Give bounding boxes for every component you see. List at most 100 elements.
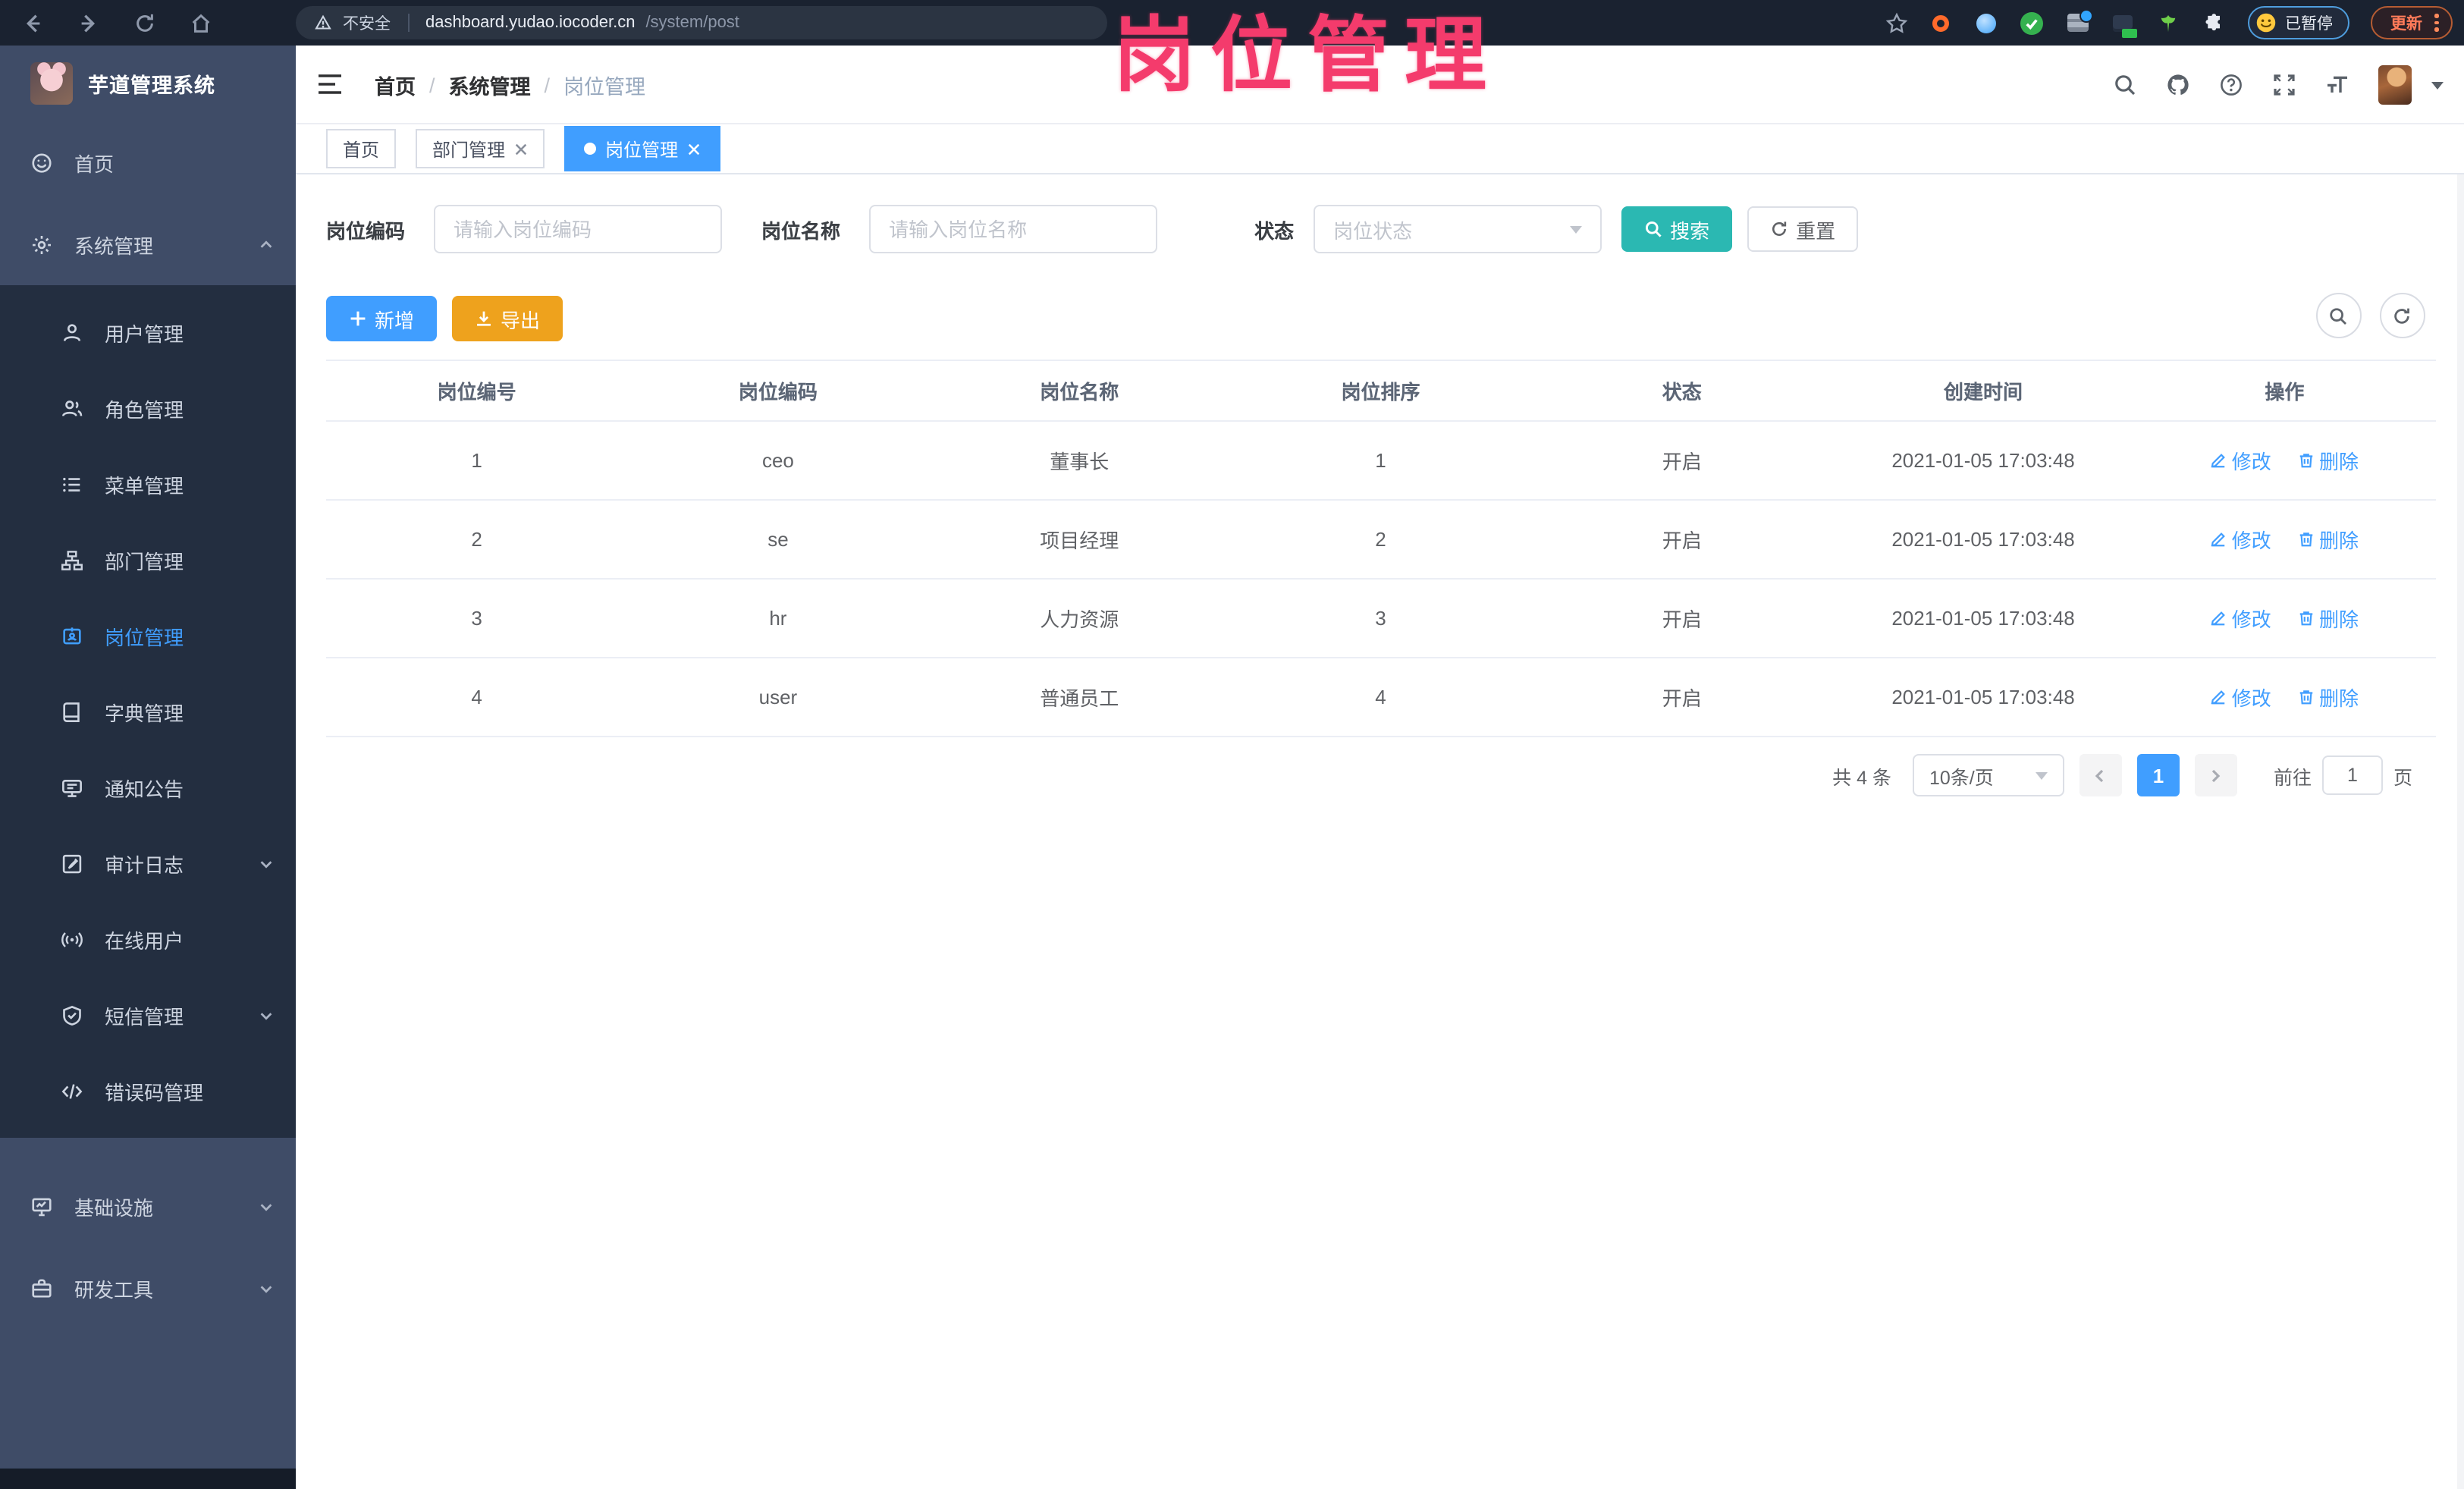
delete-link[interactable]: 删除: [2298, 683, 2359, 712]
help-icon[interactable]: [2218, 73, 2243, 97]
sidebar-item-online-users[interactable]: 在线用户: [0, 901, 296, 977]
table-toolbar-right: [2315, 293, 2425, 338]
extensions-puzzle-icon[interactable]: [2202, 11, 2226, 35]
sidebar-item-home[interactable]: 首页: [0, 121, 296, 203]
sidebar-item-user-mgmt[interactable]: 用户管理: [0, 294, 296, 370]
add-button[interactable]: 新增: [326, 296, 438, 341]
edit-link[interactable]: 修改: [2211, 683, 2271, 712]
page-size-select[interactable]: 10条/页: [1912, 754, 2064, 796]
delete-link[interactable]: 删除: [2298, 604, 2359, 633]
chevron-down-icon[interactable]: [2431, 81, 2443, 89]
home-icon[interactable]: [190, 11, 212, 34]
sidebar-item-notice[interactable]: 通知公告: [0, 749, 296, 825]
tab-home[interactable]: 首页: [326, 129, 397, 168]
chevron-down-icon: [260, 1203, 272, 1211]
url-path[interactable]: /system/post: [645, 14, 739, 32]
avatar[interactable]: [2378, 65, 2411, 105]
prev-page-button[interactable]: [2079, 754, 2122, 796]
tab-dept-mgmt[interactable]: 部门管理: [416, 129, 545, 168]
sidebar-item-dict-mgmt[interactable]: 字典管理: [0, 674, 296, 749]
address-bar[interactable]: 不安全 dashboard.yudao.iocoder.cn/system/po…: [296, 6, 1107, 39]
audit-log-icon: [62, 853, 82, 873]
sidebar-item-sms-mgmt[interactable]: 短信管理: [0, 977, 296, 1053]
app-title: 芋道管理系统: [88, 74, 215, 97]
extension-bars-icon[interactable]: [2065, 9, 2092, 35]
tab-post-mgmt[interactable]: 岗位管理: [564, 126, 721, 171]
menu-list-icon: [63, 476, 80, 492]
sidebar-item-label: 通知公告: [105, 777, 184, 800]
announcement-icon: [62, 778, 82, 796]
security-label[interactable]: 不安全: [343, 11, 391, 34]
edit-icon: [2211, 454, 2226, 468]
refresh-button[interactable]: [2379, 293, 2425, 338]
delete-link[interactable]: 删除: [2298, 446, 2359, 475]
close-icon[interactable]: [514, 142, 528, 155]
cell-actions: 修改 删除: [2133, 658, 2435, 737]
sidebar-item-audit-log[interactable]: 审计日志: [0, 825, 296, 901]
search-toggle-button[interactable]: [2315, 293, 2361, 338]
browser-toolbar-right: 已暂停 更新: [1885, 0, 2452, 46]
screen: 岗位管理 不安全 dashboard.yudao.iocoder.cn/syst…: [0, 0, 2464, 1489]
extension-drop-icon[interactable]: [1974, 11, 1998, 35]
sidebar-item-label: 审计日志: [105, 853, 184, 876]
extension-check-icon[interactable]: [2020, 11, 2044, 35]
delete-link[interactable]: 删除: [2298, 525, 2359, 554]
col-post-sort: 岗位排序: [1229, 360, 1532, 422]
table-row: 2 se 项目经理 2 开启 2021-01-05 17:03:48 修改 删除: [326, 500, 2435, 580]
next-page-button[interactable]: [2194, 754, 2237, 796]
breadcrumb-system[interactable]: 系统管理: [449, 70, 531, 100]
sidebar-item-label: 系统管理: [74, 234, 154, 257]
font-size-icon[interactable]: [2324, 73, 2349, 97]
goto-page-input[interactable]: [2321, 755, 2383, 795]
sidebar-item-post-mgmt[interactable]: 岗位管理: [0, 598, 296, 674]
sidebar: 芋道管理系统 首页 系统管理 用户管理 角色管理 菜单管理 部门管理 岗位管理 …: [0, 46, 296, 1489]
edit-link[interactable]: 修改: [2211, 604, 2271, 633]
active-tab-dot: [584, 143, 597, 155]
page-number-current[interactable]: 1: [2136, 754, 2180, 796]
sidebar-item-menu-mgmt[interactable]: 菜单管理: [0, 446, 296, 522]
close-icon[interactable]: [687, 142, 701, 155]
reload-icon[interactable]: [133, 11, 156, 34]
url-domain[interactable]: dashboard.yudao.iocoder.cn: [425, 14, 635, 32]
kebab-menu-icon[interactable]: [2434, 14, 2438, 32]
post-name-input[interactable]: [869, 205, 1158, 253]
status-select[interactable]: 岗位状态: [1314, 205, 1602, 253]
profile-paused-badge[interactable]: 已暂停: [2247, 6, 2349, 39]
sidebar-item-system[interactable]: 系统管理: [0, 203, 296, 285]
extension-donut-icon[interactable]: [1929, 11, 1953, 35]
main-content: 岗位编码 岗位名称 状态 岗位状态 搜索 重置 新增: [296, 174, 2464, 1489]
app-logo-row[interactable]: 芋道管理系统: [0, 46, 296, 121]
breadcrumb-home[interactable]: 首页: [375, 70, 416, 100]
reset-button[interactable]: 重置: [1747, 206, 1859, 252]
back-icon[interactable]: [21, 11, 44, 34]
github-icon[interactable]: [2165, 73, 2189, 97]
scrollbar-track[interactable]: [2456, 174, 2464, 1489]
update-button[interactable]: 更新: [2371, 6, 2452, 39]
breadcrumb-separator: /: [544, 74, 551, 96]
sidebar-item-dept-mgmt[interactable]: 部门管理: [0, 522, 296, 598]
table-header-row: 岗位编号 岗位编码 岗位名称 岗位排序 状态 创建时间 操作: [326, 360, 2435, 422]
user-icon: [63, 323, 81, 341]
cell-actions: 修改 删除: [2133, 579, 2435, 658]
edit-link[interactable]: 修改: [2211, 446, 2271, 475]
collapse-sidebar-icon[interactable]: [317, 73, 343, 96]
search-button[interactable]: 搜索: [1621, 206, 1733, 252]
sidebar-bottom-strip: [0, 1468, 296, 1489]
refresh-icon: [1772, 221, 1787, 236]
fullscreen-icon[interactable]: [2271, 73, 2296, 97]
export-button[interactable]: 导出: [452, 296, 563, 341]
search-icon[interactable]: [2112, 73, 2136, 97]
extension-sprout-icon[interactable]: [2156, 11, 2180, 35]
cell-created: 2021-01-05 17:03:48: [1832, 658, 2134, 737]
sidebar-item-label: 岗位管理: [105, 626, 184, 649]
sidebar-item-role-mgmt[interactable]: 角色管理: [0, 370, 296, 446]
extension-gtm-icon[interactable]: [2111, 11, 2137, 37]
post-code-input[interactable]: [434, 205, 723, 253]
sidebar-item-error-code[interactable]: 错误码管理: [0, 1053, 296, 1129]
edit-link[interactable]: 修改: [2211, 525, 2271, 554]
forward-icon[interactable]: [77, 11, 100, 34]
breadcrumb-separator: /: [429, 74, 435, 96]
bookmark-star-icon[interactable]: [1885, 11, 1907, 34]
sidebar-item-infrastructure[interactable]: 基础设施: [0, 1165, 296, 1247]
sidebar-item-dev-tools[interactable]: 研发工具: [0, 1247, 296, 1329]
